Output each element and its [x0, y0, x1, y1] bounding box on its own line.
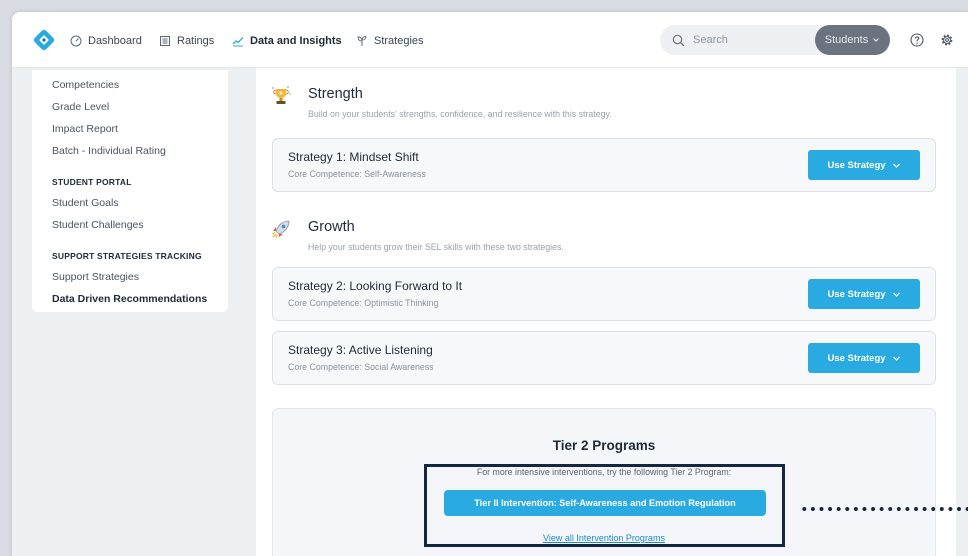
use-strategy-label: Use Strategy	[827, 288, 886, 300]
nav-strategies-label: Strategies	[374, 35, 424, 47]
trophy-icon	[272, 86, 291, 104]
ratings-icon	[160, 36, 170, 46]
search-icon	[672, 34, 685, 46]
sidebar-item-competencies[interactable]: Competencies	[52, 74, 228, 96]
chart-icon	[232, 37, 244, 47]
search-bar[interactable]	[660, 25, 828, 55]
gear-icon[interactable]	[940, 33, 954, 47]
top-nav: Dashboard Ratings Data and Insights Stra…	[12, 12, 968, 68]
strategy-competence: Core Competence: Optimistic Thinking	[288, 298, 439, 308]
strategy-title: Strategy 1: Mindset Shift	[288, 150, 419, 164]
use-strategy-label: Use Strategy	[827, 159, 886, 171]
tier2-description: For more intensive interventions, try th…	[476, 467, 732, 477]
sidebar-heading-student-portal: STUDENT PORTAL	[52, 177, 132, 187]
use-strategy-button[interactable]: Use Strategy	[808, 343, 920, 373]
chevron-down-icon	[873, 38, 880, 42]
logo-icon[interactable]	[32, 28, 56, 52]
sidebar-item-support-strategies[interactable]: Support Strategies	[52, 266, 228, 288]
tier2-programs-panel: Tier 2 Programs For more intensive inter…	[272, 408, 936, 556]
main-content: Strength Build on your students' strengt…	[256, 68, 956, 556]
view-all-programs-link[interactable]: View all Intervention Programs	[273, 533, 935, 543]
strategy-card-1: Strategy 1: Mindset Shift Core Competenc…	[272, 138, 936, 192]
role-select[interactable]: Students	[815, 25, 890, 55]
nav-dashboard[interactable]: Dashboard	[70, 32, 142, 50]
chevron-down-icon	[892, 292, 900, 297]
strategy-competence: Core Competence: Self-Awareness	[288, 169, 426, 179]
section-desc-growth: Help your students grow their SEL skills…	[308, 242, 564, 252]
nav-data-insights-label: Data and Insights	[250, 35, 342, 47]
sidebar-heading-support-tracking: SUPPORT STRATEGIES TRACKING	[52, 251, 202, 261]
strategy-card-3: Strategy 3: Active Listening Core Compet…	[272, 331, 936, 385]
nav-ratings[interactable]: Ratings	[159, 32, 214, 50]
nav-data-insights[interactable]: Data and Insights	[232, 32, 342, 50]
sidebar-item-student-goals[interactable]: Student Goals	[52, 192, 228, 214]
rocket-icon	[272, 220, 290, 238]
section-title-strength: Strength	[308, 86, 363, 102]
sidebar-item-batch-rating[interactable]: Batch - Individual Rating	[52, 140, 228, 162]
dashboard-icon	[70, 35, 82, 47]
sidebar: Competencies Grade Level Impact Report B…	[32, 70, 228, 312]
sidebar-item-data-driven-recommendations[interactable]: Data Driven Recommendations	[52, 288, 228, 310]
section-desc-strength: Build on your students' strengths, confi…	[308, 109, 612, 119]
chevron-down-icon	[892, 356, 900, 361]
strategy-title: Strategy 3: Active Listening	[288, 343, 433, 357]
nav-dashboard-label: Dashboard	[88, 35, 142, 47]
nav-strategies[interactable]: Strategies	[356, 32, 424, 50]
role-select-label: Students	[824, 34, 869, 46]
strategy-competence: Core Competence: Social Awareness	[288, 362, 434, 372]
search-input[interactable]	[693, 34, 803, 46]
strategy-card-2: Strategy 2: Looking Forward to It Core C…	[272, 267, 936, 321]
callout-dotted-line	[800, 506, 968, 512]
use-strategy-label: Use Strategy	[827, 352, 886, 364]
chevron-down-icon	[892, 163, 900, 168]
app-window: Dashboard Ratings Data and Insights Stra…	[12, 12, 968, 556]
sidebar-item-student-challenges[interactable]: Student Challenges	[52, 214, 228, 236]
nav-ratings-label: Ratings	[177, 35, 215, 47]
tier2-title: Tier 2 Programs	[552, 438, 656, 453]
strategy-title: Strategy 2: Looking Forward to It	[288, 279, 463, 293]
tier2-intervention-button[interactable]: Tier II Intervention: Self-Awareness and…	[444, 490, 766, 516]
use-strategy-button[interactable]: Use Strategy	[808, 150, 920, 180]
help-icon[interactable]	[910, 33, 924, 47]
section-title-growth: Growth	[308, 219, 355, 235]
sidebar-item-grade-level[interactable]: Grade Level	[52, 96, 228, 118]
sprout-icon	[357, 36, 367, 46]
sidebar-item-impact-report[interactable]: Impact Report	[52, 118, 228, 140]
use-strategy-button[interactable]: Use Strategy	[808, 279, 920, 309]
